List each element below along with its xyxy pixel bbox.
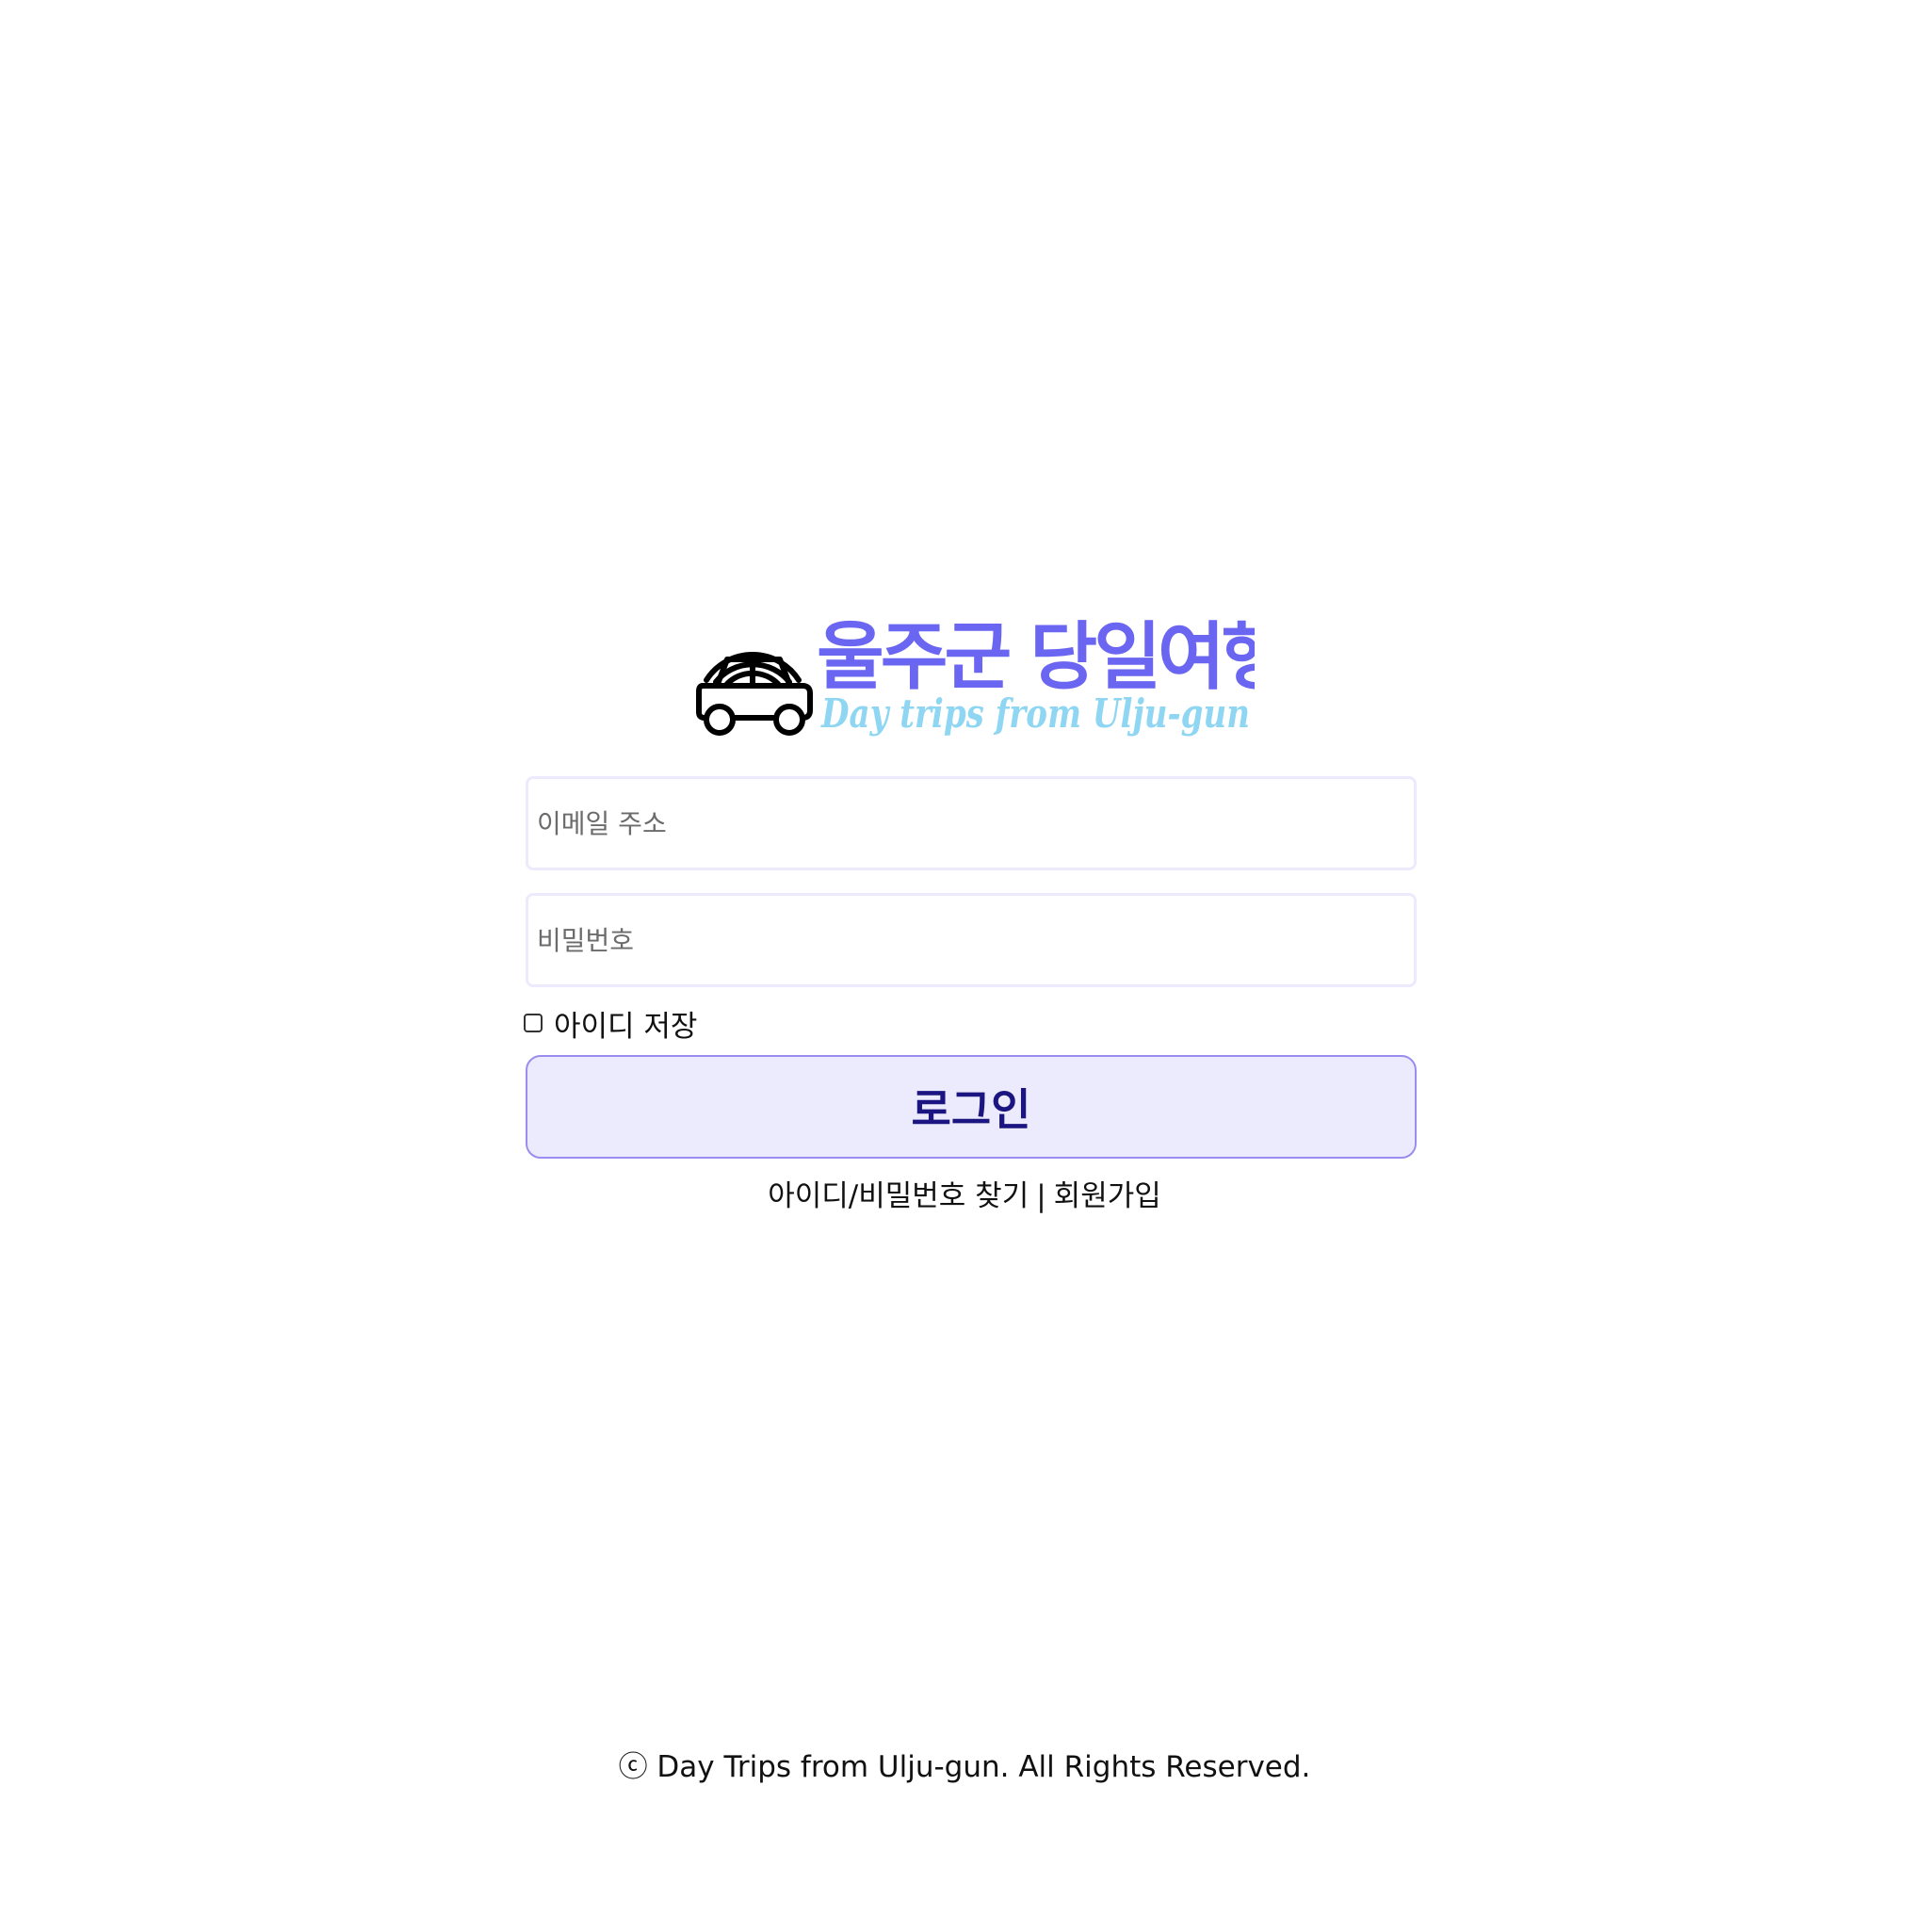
remember-id-checkbox[interactable]: [524, 1014, 543, 1032]
footer-copyright: ⓒ Day Trips from Ulju-gun. All Rights Re…: [618, 1750, 1311, 1784]
remember-id-label[interactable]: 아이디 저장: [554, 1002, 697, 1045]
find-account-link[interactable]: 아이디/비밀번호 찾기: [768, 1179, 1029, 1213]
brand-logo[interactable]: 울주군 당일여행 Day trips from Ulju-gun: [689, 607, 1255, 748]
signup-link[interactable]: 회원가입: [1054, 1179, 1161, 1213]
login-page: 울주군 당일여행 Day trips from Ulju-gun 아이디 저장 …: [0, 0, 1929, 1932]
links-separator: |: [1036, 1179, 1046, 1213]
email-field[interactable]: [526, 776, 1417, 870]
account-links: 아이디/비밀번호 찾기 | 회원가입: [0, 1172, 1929, 1214]
car-with-rainbow-icon: [696, 652, 813, 736]
login-button[interactable]: 로그인: [526, 1055, 1417, 1159]
brand-title-ko: 울주군 당일여행: [817, 615, 1255, 700]
password-field[interactable]: [526, 893, 1417, 987]
brand-title-en: Day trips from Ulju-gun: [820, 690, 1250, 737]
remember-id-option[interactable]: 아이디 저장: [524, 1002, 697, 1045]
